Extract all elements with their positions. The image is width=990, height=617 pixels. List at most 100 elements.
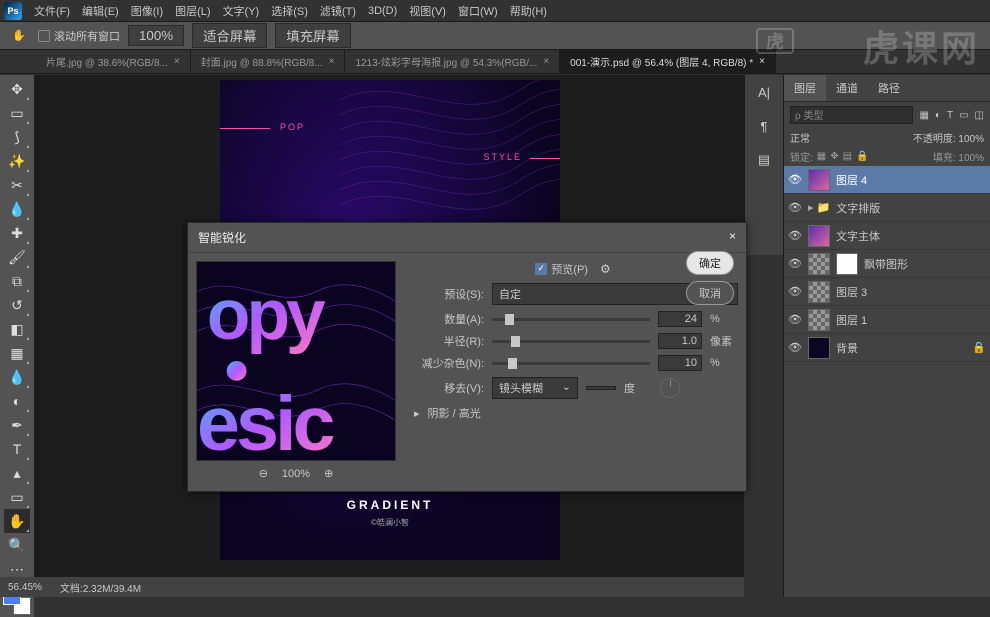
- preview-zoom-value[interactable]: 100%: [282, 468, 310, 480]
- stamp-tool[interactable]: ⧉: [4, 269, 30, 293]
- noise-slider[interactable]: [492, 362, 650, 365]
- layer-thumb[interactable]: [808, 309, 830, 331]
- filter-adj-icon[interactable]: ◐: [935, 110, 941, 121]
- blend-mode-select[interactable]: 正常: [790, 130, 810, 145]
- angle-dial[interactable]: [660, 378, 680, 398]
- brush-tool[interactable]: 🖌: [4, 245, 30, 269]
- cancel-button[interactable]: 取消: [686, 281, 734, 305]
- paragraph-panel-icon[interactable]: ¶: [751, 113, 777, 139]
- zoom-100-button[interactable]: 100%: [128, 25, 184, 46]
- heal-tool[interactable]: ✚: [4, 221, 30, 245]
- amount-slider[interactable]: [492, 318, 650, 321]
- preview-checkbox[interactable]: ✓ 预览(P): [535, 261, 588, 277]
- shape-tool[interactable]: ▭: [4, 485, 30, 509]
- visibility-icon[interactable]: 👁: [788, 257, 802, 270]
- lasso-tool[interactable]: ⟆: [4, 125, 30, 149]
- zoom-in-icon[interactable]: ⊕: [324, 467, 333, 480]
- noise-input[interactable]: 10: [658, 355, 702, 371]
- marquee-tool[interactable]: ▭: [4, 101, 30, 125]
- visibility-icon[interactable]: 👁: [788, 341, 802, 354]
- layer-name[interactable]: 图层 1: [836, 312, 867, 328]
- menu-file[interactable]: 文件(F): [28, 0, 76, 22]
- hand-tool-icon[interactable]: ✋: [8, 25, 30, 47]
- expand-icon[interactable]: ▸: [414, 407, 420, 420]
- lock-position-icon[interactable]: ✥: [830, 151, 838, 162]
- layer-name[interactable]: 文字主体: [836, 228, 880, 244]
- layer-thumb[interactable]: [808, 225, 830, 247]
- lock-all-icon[interactable]: 🔒: [856, 151, 868, 162]
- visibility-icon[interactable]: 👁: [788, 229, 802, 242]
- status-zoom[interactable]: 56.45%: [8, 582, 42, 593]
- layer-name[interactable]: 图层 4: [836, 172, 867, 188]
- menu-help[interactable]: 帮助(H): [504, 0, 553, 22]
- path-select-tool[interactable]: ▴: [4, 461, 30, 485]
- preview-image[interactable]: opy esic: [196, 261, 396, 461]
- eyedropper-tool[interactable]: 💧: [4, 197, 30, 221]
- menu-layer[interactable]: 图层(L): [169, 0, 216, 22]
- layer-name[interactable]: 飘带图形: [864, 256, 908, 272]
- layer-mask[interactable]: [836, 253, 858, 275]
- shadows-highlights-section[interactable]: 阴影 / 高光: [428, 405, 481, 421]
- pen-tool[interactable]: ✒: [4, 413, 30, 437]
- hand-tool[interactable]: ✋: [4, 509, 30, 533]
- close-icon[interactable]: ×: [729, 229, 736, 246]
- close-icon[interactable]: ×: [329, 56, 335, 67]
- menu-3d[interactable]: 3D(D): [362, 2, 403, 20]
- scroll-all-windows-checkbox[interactable]: 滚动所有窗口: [38, 28, 120, 44]
- filter-shape-icon[interactable]: ▭: [959, 110, 968, 121]
- menu-window[interactable]: 窗口(W): [452, 0, 504, 22]
- zoom-tool[interactable]: 🔍: [4, 533, 30, 557]
- doc-tab-0[interactable]: 片尾.jpg @ 38.6%(RGB/8...×: [36, 50, 191, 73]
- layer-filter-input[interactable]: ρ 类型: [790, 106, 913, 124]
- eraser-tool[interactable]: ◧: [4, 317, 30, 341]
- fill-screen-button[interactable]: 填充屏幕: [275, 23, 350, 48]
- tab-layers[interactable]: 图层: [784, 75, 826, 101]
- opacity-value[interactable]: 100%: [958, 134, 984, 145]
- layer-name[interactable]: 背景: [836, 340, 858, 356]
- lock-pixels-icon[interactable]: ▦: [817, 151, 826, 162]
- swatches-panel-icon[interactable]: ▤: [751, 147, 777, 173]
- menu-edit[interactable]: 编辑(E): [76, 0, 125, 22]
- history-brush-tool[interactable]: ↺: [4, 293, 30, 317]
- quick-select-tool[interactable]: ✨: [4, 149, 30, 173]
- amount-input[interactable]: 24: [658, 311, 702, 327]
- layer-row[interactable]: 👁 文字主体: [784, 222, 990, 250]
- layer-row[interactable]: 👁 飘带图形: [784, 250, 990, 278]
- layer-row[interactable]: 👁 ▸ 📁 文字排版: [784, 194, 990, 222]
- lock-artboard-icon[interactable]: ▤: [843, 151, 852, 162]
- fill-value[interactable]: 100%: [958, 153, 984, 164]
- doc-tab-1[interactable]: 封面.jpg @ 88.8%(RGB/8...×: [191, 50, 346, 73]
- visibility-icon[interactable]: 👁: [788, 173, 802, 186]
- visibility-icon[interactable]: 👁: [788, 201, 802, 214]
- gradient-tool[interactable]: ▦: [4, 341, 30, 365]
- layer-name[interactable]: 文字排版: [836, 200, 880, 216]
- move-tool[interactable]: ✥: [4, 77, 30, 101]
- visibility-icon[interactable]: 👁: [788, 285, 802, 298]
- status-docinfo[interactable]: 文档:2.32M/39.4M: [60, 580, 141, 595]
- tab-channels[interactable]: 通道: [826, 75, 868, 101]
- crop-tool[interactable]: ✂: [4, 173, 30, 197]
- ok-button[interactable]: 确定: [686, 251, 734, 275]
- filter-pixel-icon[interactable]: ▦: [919, 110, 928, 121]
- visibility-icon[interactable]: 👁: [788, 313, 802, 326]
- menu-view[interactable]: 视图(V): [403, 0, 452, 22]
- doc-tab-2[interactable]: 1213-炫彩字母海报.jpg @ 54.3%(RGB/...×: [345, 50, 560, 73]
- character-panel-icon[interactable]: A|: [751, 79, 777, 105]
- tab-paths[interactable]: 路径: [868, 75, 910, 101]
- close-icon[interactable]: ×: [543, 56, 549, 67]
- radius-slider[interactable]: [492, 340, 650, 343]
- layer-name[interactable]: 图层 3: [836, 284, 867, 300]
- filter-smart-icon[interactable]: ◫: [975, 110, 984, 121]
- layer-row[interactable]: 👁 图层 3: [784, 278, 990, 306]
- layer-thumb[interactable]: [808, 253, 830, 275]
- dodge-tool[interactable]: ◐: [4, 389, 30, 413]
- fit-screen-button[interactable]: 适合屏幕: [192, 23, 267, 48]
- radius-input[interactable]: 1.0: [658, 333, 702, 349]
- close-icon[interactable]: ×: [174, 56, 180, 67]
- filter-type-icon[interactable]: T: [947, 110, 953, 121]
- layer-row[interactable]: 👁 背景 🔒: [784, 334, 990, 362]
- menu-select[interactable]: 选择(S): [265, 0, 314, 22]
- layer-thumb[interactable]: [808, 281, 830, 303]
- menu-image[interactable]: 图像(I): [125, 0, 169, 22]
- gear-icon[interactable]: ⚙: [600, 262, 611, 276]
